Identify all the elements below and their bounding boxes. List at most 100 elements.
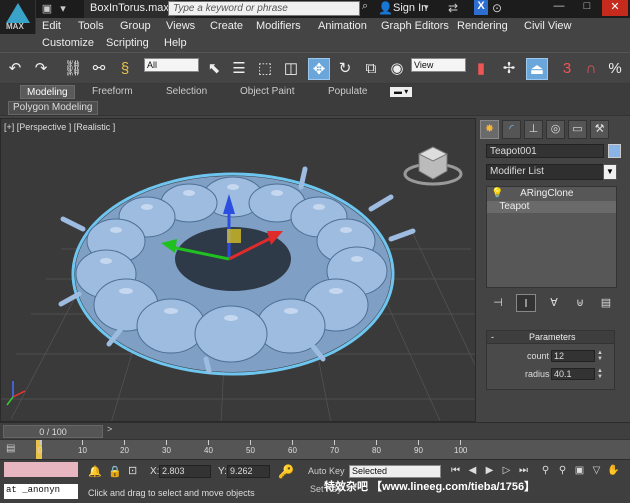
search-icon[interactable]: ⌕ [362, 0, 376, 16]
zoom-all-icon[interactable]: ⚲ [555, 463, 570, 478]
selection-lock-icon[interactable]: 🔔 [88, 465, 102, 478]
count-input[interactable]: 12 [551, 350, 595, 362]
undo-icon[interactable]: ↶ [4, 58, 26, 80]
collapse-icon[interactable]: - [491, 331, 494, 344]
select-by-name-icon[interactable]: ☰ [228, 58, 250, 80]
tab-populate[interactable]: Populate [322, 85, 373, 99]
play-icon[interactable]: ▶ [482, 463, 497, 478]
close-button[interactable]: ✕ [602, 0, 628, 16]
radius-spinner-icon[interactable]: ▲ ▼ [597, 368, 603, 380]
viewport-label[interactable]: [+] [Perspective ] [Realistic ] [4, 122, 115, 132]
menu-views[interactable]: Views [166, 20, 195, 32]
stack-item-teapot[interactable]: Teapot [487, 201, 616, 213]
auto-key-button[interactable]: Auto Key [308, 466, 345, 476]
menu-edit[interactable]: Edit [42, 20, 61, 32]
app-logo-button[interactable]: MAX [0, 0, 36, 34]
menu-rendering[interactable]: Rendering [457, 20, 508, 32]
select-object-icon[interactable]: ⬉ [203, 58, 225, 80]
tab-selection[interactable]: Selection [160, 85, 213, 99]
snaps-toggle-icon[interactable]: 3 [556, 58, 578, 80]
time-slider[interactable]: 0 / 100 [3, 425, 103, 438]
tab-modeling[interactable]: Modeling [20, 85, 75, 99]
menu-scripting[interactable]: Scripting [106, 37, 149, 49]
maxscript-output[interactable]: at _anonyn [4, 484, 78, 499]
hierarchy-tab-icon[interactable]: ⊥ [524, 120, 543, 139]
viewcube-icon[interactable] [403, 146, 463, 186]
remove-modifier-icon[interactable]: ⊎ [570, 294, 590, 312]
pin-stack-icon[interactable]: ⊣ [488, 294, 508, 312]
field-of-view-icon[interactable]: ▽ [589, 463, 604, 478]
object-color-swatch[interactable] [608, 144, 621, 158]
modify-tab-icon[interactable]: ◜ [502, 120, 521, 139]
link-icon[interactable]: ⛓ [62, 58, 84, 80]
zoom-icon[interactable]: ⚲ [538, 463, 553, 478]
menu-help[interactable]: Help [164, 37, 187, 49]
chevron-down-icon[interactable]: ▾ [424, 2, 429, 13]
key-filter-dropdown[interactable]: Selected [349, 465, 441, 478]
quick-access-dropdown-icon[interactable]: ▾ [56, 2, 70, 15]
minimize-button[interactable]: — [546, 0, 572, 16]
parameters-rollout-header[interactable]: - Parameters [487, 331, 614, 344]
exchange-icon[interactable]: ⇄ [448, 1, 458, 15]
go-to-end-icon[interactable]: ⏭ [516, 463, 531, 478]
pivot-center-icon[interactable]: ▮ [470, 58, 492, 80]
window-crossing-icon[interactable]: ◫ [280, 58, 302, 80]
zoom-extents-icon[interactable]: ▣ [572, 463, 587, 478]
selection-filter-dropdown[interactable]: All [144, 58, 199, 72]
x-coordinate-field[interactable]: 2.803 [159, 465, 211, 478]
percent-snap-icon[interactable]: % [604, 58, 626, 80]
utilities-tab-icon[interactable]: ⚒ [590, 120, 609, 139]
menu-modifiers[interactable]: Modifiers [256, 20, 301, 32]
maximize-button[interactable]: □ [574, 0, 600, 16]
quick-access-icon[interactable]: ▣ [40, 2, 54, 15]
go-to-start-icon[interactable]: ⏮ [448, 463, 463, 478]
move-gizmo-icon[interactable]: ✢ [498, 58, 520, 80]
tab-freeform[interactable]: Freeform [86, 85, 139, 99]
track-bar-menu-icon[interactable]: ▤ [6, 443, 20, 455]
lock-icon[interactable]: 🔒 [108, 465, 122, 478]
ribbon-options-icon[interactable]: ▬ ▾ [390, 87, 413, 97]
stack-item-aringclone[interactable]: 💡 ARingClone [487, 188, 616, 200]
select-and-scale-icon[interactable]: ⧉ [360, 58, 382, 80]
chevron-down-icon[interactable]: ▼ [603, 164, 617, 180]
y-coordinate-field[interactable]: 9.262 [227, 465, 270, 478]
help-icon[interactable]: ⊙ [492, 1, 502, 15]
sign-in-link[interactable]: Sign In [393, 2, 427, 14]
track-bar[interactable]: ▤ 0 10 20 30 40 50 60 70 80 90 100 [0, 439, 630, 459]
count-spinner-icon[interactable]: ▲ ▼ [597, 350, 603, 362]
key-icon[interactable]: 🔑 [278, 464, 294, 480]
show-end-result-icon[interactable]: Ⅰ [516, 294, 536, 312]
pan-icon[interactable]: ✋ [606, 463, 621, 478]
bind-space-warp-icon[interactable]: § [114, 58, 136, 80]
redo-icon[interactable]: ↷ [30, 58, 52, 80]
modifier-list-dropdown[interactable]: Modifier List [486, 164, 617, 180]
menu-group[interactable]: Group [120, 20, 151, 32]
search-input[interactable]: Type a keyword or phrase [168, 1, 360, 16]
select-and-rotate-icon[interactable]: ↻ [334, 58, 356, 80]
select-and-move-icon[interactable]: ✥ [308, 58, 330, 80]
reference-coordinate-dropdown[interactable]: View [411, 58, 466, 72]
make-unique-icon[interactable]: ∀ [544, 294, 564, 312]
x-icon[interactable]: X [474, 0, 488, 15]
user-icon[interactable]: 👤 [378, 1, 393, 15]
create-tab-icon[interactable]: ✸ [480, 120, 499, 139]
menu-create[interactable]: Create [210, 20, 243, 32]
menu-civil-view[interactable]: Civil View [524, 20, 571, 32]
next-frame-icon[interactable]: ▷ [499, 463, 514, 478]
display-tab-icon[interactable]: ▭ [568, 120, 587, 139]
menu-customize[interactable]: Customize [42, 37, 94, 49]
maxscript-listener-field[interactable] [4, 462, 78, 477]
configure-modifier-sets-icon[interactable]: ▤ [596, 294, 616, 312]
previous-frame-icon[interactable]: ◀ [465, 463, 480, 478]
menu-tools[interactable]: Tools [78, 20, 104, 32]
unlink-icon[interactable]: ⚯ [88, 58, 110, 80]
angle-snap-icon[interactable]: ∩ [580, 58, 602, 80]
lightbulb-icon[interactable]: 💡 [491, 188, 503, 199]
motion-tab-icon[interactable]: ◎ [546, 120, 565, 139]
object-name-field[interactable]: Teapot001 [486, 144, 604, 158]
keyboard-shortcut-override-icon[interactable]: ⏏ [526, 58, 548, 80]
menu-graph-editors[interactable]: Graph Editors [381, 20, 449, 32]
absolute-mode-icon[interactable]: ⊡ [128, 464, 137, 477]
perspective-viewport[interactable]: [+] [Perspective ] [Realistic ] [0, 118, 476, 422]
radius-input[interactable]: 40.1 [551, 368, 595, 380]
